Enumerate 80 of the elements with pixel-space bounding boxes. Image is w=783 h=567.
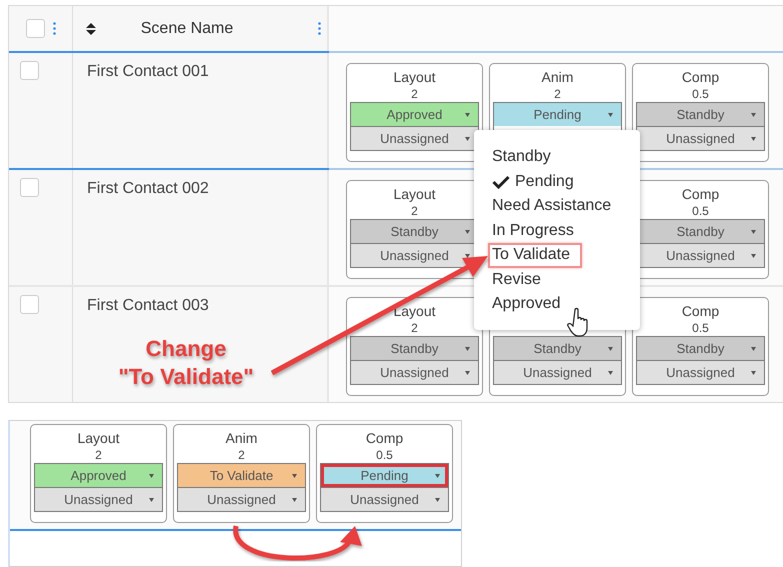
checkmark-icon bbox=[492, 174, 510, 189]
assignee-dropdown[interactable]: Unassigned bbox=[494, 360, 621, 384]
menu-item[interactable]: In Progress bbox=[488, 218, 578, 243]
caret-icon bbox=[435, 498, 440, 502]
menu-item[interactable]: To Validate bbox=[488, 243, 582, 268]
task-version: 2 bbox=[554, 87, 561, 102]
task-version: 2 bbox=[238, 448, 245, 463]
task-title: Layout bbox=[393, 68, 436, 87]
menu-item[interactable]: Revise bbox=[488, 268, 545, 292]
scene-name: First Contact 002 bbox=[86, 179, 210, 198]
caret-icon bbox=[751, 112, 756, 116]
caret-icon bbox=[608, 370, 613, 374]
scene-name: First Contact 003 bbox=[86, 296, 210, 315]
task-title: Comp bbox=[682, 185, 720, 204]
menu-item[interactable]: Approved bbox=[488, 292, 564, 316]
task-title: Comp bbox=[682, 68, 720, 87]
task-title: Anim bbox=[226, 429, 258, 448]
caret-icon bbox=[465, 346, 470, 350]
column-header: Scene Name bbox=[140, 20, 234, 38]
column-menu-icon[interactable] bbox=[318, 22, 321, 35]
task-version: 0.5 bbox=[692, 87, 709, 102]
caret-icon bbox=[751, 254, 756, 258]
sort-icon[interactable] bbox=[86, 22, 96, 34]
caret-icon bbox=[751, 370, 756, 374]
status-dropdown[interactable]: Pending bbox=[494, 102, 621, 126]
task-title: Comp bbox=[366, 429, 404, 448]
status-dropdown[interactable]: Approved bbox=[35, 463, 162, 487]
task-version: 2 bbox=[95, 448, 102, 463]
assignee-dropdown[interactable]: Unassigned bbox=[351, 126, 478, 150]
assignee-dropdown[interactable]: Unassigned bbox=[637, 243, 764, 267]
caret-icon bbox=[608, 112, 613, 116]
callout-text: Change bbox=[146, 335, 226, 363]
caret-icon bbox=[751, 346, 756, 350]
assignee-dropdown[interactable]: Unassigned bbox=[321, 487, 448, 511]
caret-icon bbox=[435, 474, 440, 478]
caret-icon bbox=[751, 230, 756, 234]
task-version: 2 bbox=[411, 204, 418, 219]
checkbox[interactable] bbox=[20, 295, 39, 314]
status-dropdown[interactable]: Approved bbox=[351, 102, 478, 126]
checkbox[interactable] bbox=[20, 178, 39, 197]
scene-name: First Contact 001 bbox=[86, 62, 210, 81]
assignee-dropdown[interactable]: Unassigned bbox=[637, 360, 764, 384]
caret-icon bbox=[608, 346, 613, 350]
column-menu-icon[interactable] bbox=[52, 22, 56, 35]
caret-icon bbox=[751, 136, 756, 140]
caret-icon bbox=[149, 498, 154, 502]
caret-icon bbox=[465, 230, 470, 234]
caret-icon bbox=[465, 136, 470, 140]
status-dropdown[interactable]: Pending bbox=[321, 463, 448, 487]
task-version: 2 bbox=[411, 87, 418, 102]
caret-icon bbox=[465, 112, 470, 116]
task-title: Anim bbox=[542, 68, 574, 87]
caret-icon bbox=[292, 498, 297, 502]
task-version: 0.5 bbox=[376, 448, 393, 463]
status-dropdown[interactable]: Standby bbox=[637, 102, 764, 126]
checkbox[interactable] bbox=[20, 61, 39, 80]
task-title: Layout bbox=[77, 429, 120, 448]
task-title: Layout bbox=[393, 302, 436, 321]
menu-item[interactable]: Need Assistance bbox=[488, 194, 616, 218]
status-dropdown[interactable]: Standby bbox=[494, 336, 621, 360]
status-dropdown[interactable]: Standby bbox=[351, 336, 478, 360]
caret-icon bbox=[149, 474, 154, 478]
callout-text: "To Validate" bbox=[118, 363, 254, 391]
menu-item[interactable]: Pending bbox=[488, 170, 578, 194]
task-version: 0.5 bbox=[692, 321, 709, 336]
task-title: Comp bbox=[682, 302, 720, 321]
task-version: 0.5 bbox=[692, 204, 709, 219]
assignee-dropdown[interactable]: Unassigned bbox=[178, 487, 305, 511]
assignee-dropdown[interactable]: Unassigned bbox=[637, 126, 764, 150]
checkbox[interactable] bbox=[26, 19, 44, 38]
task-version: 2 bbox=[411, 321, 418, 336]
caret-icon bbox=[292, 474, 297, 478]
assignee-dropdown[interactable]: Unassigned bbox=[35, 487, 162, 511]
assignee-dropdown[interactable]: Unassigned bbox=[351, 360, 478, 384]
caret-icon bbox=[465, 370, 470, 374]
task-title: Layout bbox=[393, 185, 436, 204]
status-dropdown[interactable]: Standby bbox=[637, 219, 764, 243]
status-dropdown[interactable]: Standby bbox=[637, 336, 764, 360]
menu-item[interactable]: Standby bbox=[488, 145, 555, 170]
status-dropdown[interactable]: To Validate bbox=[178, 463, 305, 487]
